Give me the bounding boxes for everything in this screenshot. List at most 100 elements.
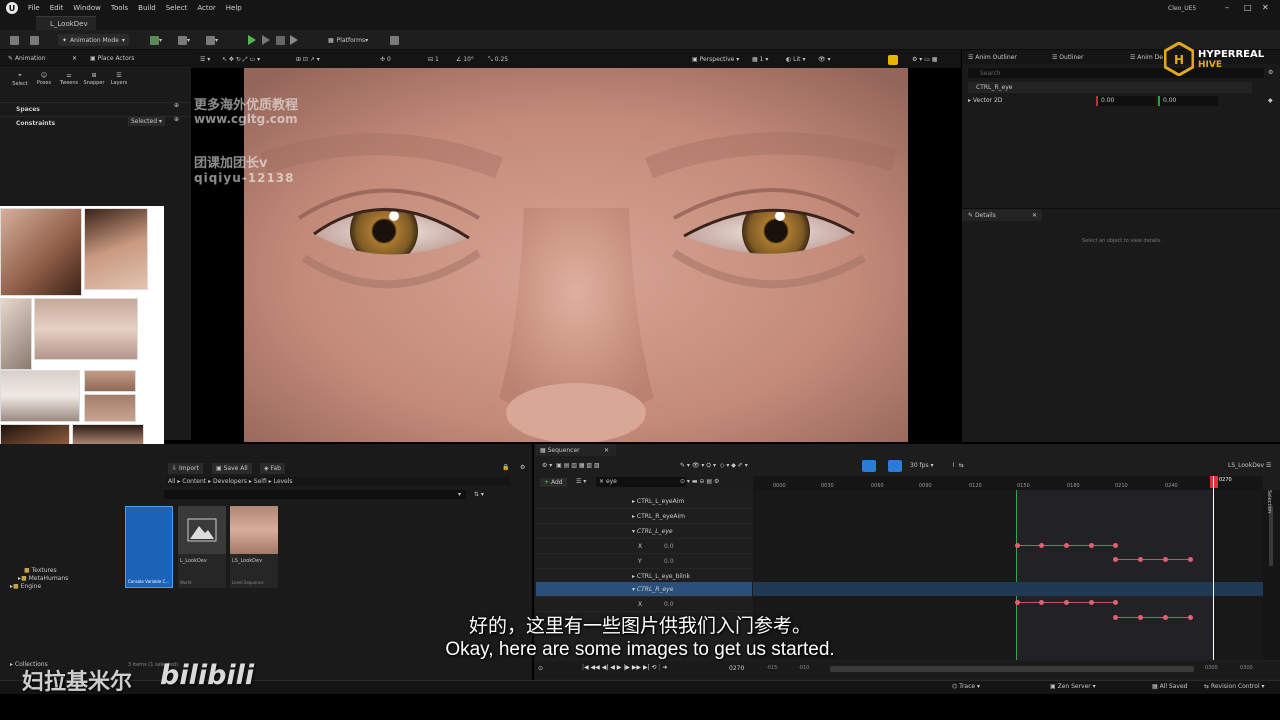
time-scrollbar[interactable] xyxy=(830,666,1194,672)
level-tab[interactable]: L_LookDev xyxy=(36,16,96,30)
playhead-marker[interactable] xyxy=(1210,476,1218,488)
selection-tab[interactable]: Selection xyxy=(1266,490,1272,513)
keyframe[interactable] xyxy=(1188,557,1193,562)
eject-button[interactable] xyxy=(290,34,298,46)
maximize-icon[interactable]: □ xyxy=(1244,3,1252,12)
track-row[interactable]: ▾ CTRL_L_eye xyxy=(536,524,752,539)
menu-select[interactable]: Select xyxy=(166,4,188,12)
keyframe[interactable] xyxy=(1113,543,1118,548)
viewport-options-icon[interactable]: ⚙ ▾ ▭ ▦ xyxy=(912,56,937,63)
track-search-input[interactable]: ✕ eye xyxy=(596,477,686,487)
realtime-toggle-icon[interactable] xyxy=(888,55,898,65)
keyframe[interactable] xyxy=(1113,557,1118,562)
revision-control-button[interactable]: ⇆ Revision Control ▾ xyxy=(1204,683,1265,690)
track-row[interactable]: X 0.0 xyxy=(536,597,752,612)
reference-image[interactable] xyxy=(84,208,148,290)
menu-file[interactable]: File xyxy=(28,4,40,12)
keyframe[interactable] xyxy=(1113,600,1118,605)
constraints-filter[interactable]: Selected ▾ xyxy=(128,117,165,126)
menu-tools[interactable]: Tools xyxy=(111,4,128,12)
breadcrumb-item[interactable]: Levels xyxy=(274,478,293,485)
sequencer-options-icon[interactable]: ☰ xyxy=(1266,462,1271,469)
track-row[interactable]: Y 0.0 xyxy=(536,554,752,569)
reference-image[interactable] xyxy=(84,394,136,422)
select-tool[interactable]: ⌖ Select xyxy=(10,72,30,87)
minimize-icon[interactable]: – xyxy=(1225,3,1229,12)
asset-tile[interactable]: L_LookDev World xyxy=(178,506,226,588)
add-actor-icon[interactable]: ▾ xyxy=(150,34,162,46)
viewport-menu-icon[interactable]: ☰ ▾ xyxy=(200,56,210,63)
keyframe[interactable] xyxy=(1089,600,1094,605)
add-track-button[interactable]: + Add xyxy=(540,478,567,487)
playback-end[interactable]: 0300 xyxy=(1205,665,1218,671)
transform-tools[interactable]: ↖ ✥ ↻ ⤢ ▭ ▾ xyxy=(222,56,260,64)
zen-server-button[interactable]: ▣ Zen Server ▾ xyxy=(1050,683,1096,690)
keyframe[interactable] xyxy=(1039,543,1044,548)
cb-filter-dropdown[interactable]: ▾ xyxy=(458,491,461,498)
transport-controls[interactable]: |◀ ◀◀ ◀| ◀ ▶ |▶ ▶▶ ▶| ⟲ | ➜ xyxy=(582,664,667,671)
spaces-add-icon[interactable]: ⊕ xyxy=(174,102,179,109)
transport-options-icon[interactable]: ⊙ xyxy=(538,665,543,672)
fab-button[interactable]: ◈ Fab xyxy=(260,463,285,474)
play-button[interactable] xyxy=(248,34,256,46)
track-value[interactable]: 0.0 xyxy=(664,601,674,608)
scroll-thumb[interactable] xyxy=(1269,506,1273,566)
step-button[interactable] xyxy=(262,34,270,46)
stop-button[interactable] xyxy=(276,34,285,46)
reference-image[interactable] xyxy=(84,370,136,392)
keyframe[interactable] xyxy=(1064,600,1069,605)
reference-image[interactable] xyxy=(34,298,138,360)
tweens-tool[interactable]: ⚌ Tweens xyxy=(58,72,80,86)
layers-tool[interactable]: ☰ Layers xyxy=(108,72,130,86)
current-frame[interactable]: 0270 xyxy=(729,665,744,672)
tab-place-actors[interactable]: ▣ Place Actors xyxy=(90,55,134,62)
vector-y-field[interactable]: 0.00 xyxy=(1158,96,1218,106)
tab-anim-details[interactable]: ☰ Anim De xyxy=(1130,54,1163,61)
folder-metahumans[interactable]: ▸■ MetaHumans xyxy=(18,575,68,582)
menu-window[interactable]: Window xyxy=(73,4,101,12)
playback-start[interactable]: -010 xyxy=(798,665,809,671)
views-count[interactable]: ▦ 1 ▾ xyxy=(752,56,768,63)
keyframe[interactable] xyxy=(1064,543,1069,548)
close-sequencer-icon[interactable]: ✕ xyxy=(604,447,609,454)
cb-search-input[interactable] xyxy=(164,490,466,499)
view-end[interactable]: 0300 xyxy=(1240,665,1253,671)
browse-icon[interactable] xyxy=(30,34,39,46)
folder-engine[interactable]: ▸■ Engine xyxy=(10,583,41,590)
keyframe[interactable] xyxy=(1015,543,1020,548)
menu-actor[interactable]: Actor xyxy=(197,4,215,12)
close-tab-icon[interactable]: ✕ xyxy=(72,55,77,62)
platforms-menu[interactable]: ▦ Platforms ▾ xyxy=(328,34,368,46)
reference-image[interactable] xyxy=(0,370,80,422)
cb-sort-icon[interactable]: ⇅ ▾ xyxy=(474,491,484,498)
reference-image[interactable] xyxy=(0,208,82,296)
breadcrumb-item[interactable]: Content xyxy=(182,478,206,485)
track-value[interactable]: 0.0 xyxy=(664,558,674,565)
keyframe[interactable] xyxy=(1163,557,1168,562)
settings-icon[interactable] xyxy=(390,34,399,46)
sequencer-toolbar-mid[interactable]: ✎ ▾ 👁 ▾ ⛭ ▾ ◇ ▾ ◆ ✐ ▾ xyxy=(680,462,748,470)
outliner-settings-icon[interactable]: ⚙ xyxy=(1268,69,1273,76)
perspective-menu[interactable]: ▣ Perspective ▾ xyxy=(692,56,739,63)
track-row[interactable]: ▸ CTRL_R_eyeAim xyxy=(536,509,752,524)
sequencer-toolbar-left[interactable]: ⚙ ▾ ▣ ▤ ▥ ▦ ▧ ▨ xyxy=(542,462,600,469)
track-row[interactable]: X 0.0 xyxy=(536,539,752,554)
time-ruler[interactable]: 0000 0030 0060 0090 0120 0150 0180 0210 … xyxy=(753,476,1263,490)
menu-build[interactable]: Build xyxy=(138,4,156,12)
menu-help[interactable]: Help xyxy=(226,4,242,12)
close-details-icon[interactable]: ✕ xyxy=(1032,212,1037,219)
cb-settings-icon[interactable]: ⚙ xyxy=(520,464,525,471)
keyframe[interactable] xyxy=(1039,600,1044,605)
menu-edit[interactable]: Edit xyxy=(50,4,64,12)
folder-textures[interactable]: ■ Textures xyxy=(24,567,57,574)
keyframe[interactable] xyxy=(1138,557,1143,562)
asset-tile[interactable]: LS_LookDev Level Sequence xyxy=(230,506,278,588)
snapper-tool[interactable]: ⊞ Snapper xyxy=(82,72,106,86)
frame-snap-icon[interactable] xyxy=(888,460,902,472)
lock-icon[interactable]: 🔒 xyxy=(502,464,509,471)
breadcrumb-item[interactable]: Developers xyxy=(213,478,247,485)
lit-menu[interactable]: ◐ Lit ▾ xyxy=(786,56,805,63)
poses-tool[interactable]: ☺ Poses xyxy=(34,72,54,86)
constraints-add-icon[interactable]: ⊕ xyxy=(174,116,179,123)
scale-snap[interactable]: ⤡ 0.25 xyxy=(488,56,508,64)
